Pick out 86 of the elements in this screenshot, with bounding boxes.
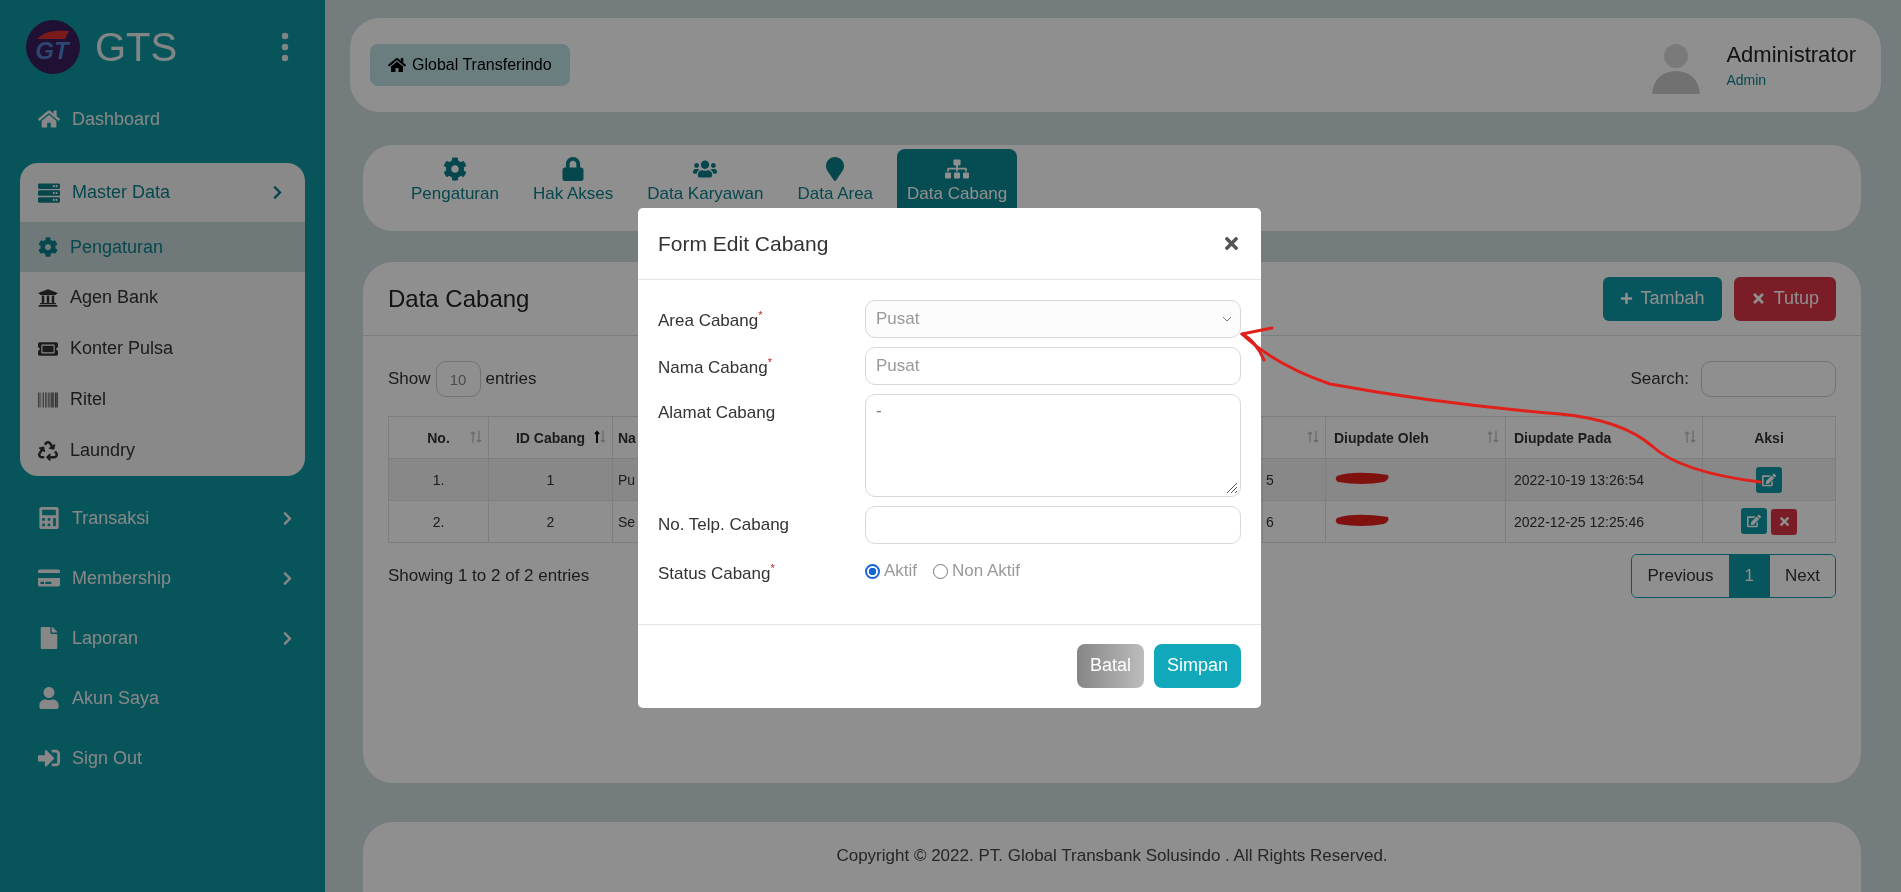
brand-name: GTS	[95, 24, 179, 70]
plus-icon	[1619, 292, 1633, 306]
pagination-button[interactable]: Next	[1769, 555, 1835, 598]
search-field[interactable]	[1701, 361, 1836, 398]
edit-icon	[1747, 514, 1761, 529]
table-cell: 2	[488, 500, 613, 543]
radio-button[interactable]	[865, 563, 880, 579]
column-header[interactable]: No.	[388, 416, 489, 459]
sidebar-item[interactable]: Akun Saya	[0, 668, 325, 728]
sitemap-icon	[945, 157, 970, 182]
user-role: Admin	[1726, 71, 1768, 88]
field-label: Status Cabang$^{*}$	[658, 561, 776, 584]
table-info: Showing 1 to 2 of 2 entries	[388, 566, 590, 587]
sidebar-item[interactable]: Membership	[0, 548, 325, 608]
gear-icon	[38, 237, 58, 257]
field-label: Alamat Cabang	[658, 402, 777, 423]
card-title: Data Cabang	[388, 284, 531, 313]
close-button[interactable]	[1222, 234, 1241, 253]
area-select[interactable]: Pusat	[865, 300, 1241, 338]
dialog-title: Form Edit Cabang	[658, 231, 830, 256]
tab[interactable]: Data Area	[787, 149, 884, 232]
user-name: Administrator	[1726, 41, 1856, 68]
input-field[interactable]	[865, 506, 1241, 544]
home-icon	[38, 108, 60, 130]
file-icon	[38, 627, 60, 649]
field-label: Area Cabang$^{*}$	[658, 308, 764, 331]
bank-icon	[38, 287, 58, 308]
radio-option[interactable]: Non Aktif	[933, 561, 1021, 581]
chevron-down-icon	[1222, 316, 1232, 322]
length-label: Show	[388, 369, 431, 390]
sidebar-item[interactable]: Sign Out	[0, 728, 325, 788]
sidebar-item[interactable]: Pengaturan	[20, 222, 305, 272]
tab[interactable]: Pengaturan	[401, 149, 509, 232]
gear-icon	[442, 157, 467, 182]
pagination-button[interactable]: 1	[1728, 555, 1770, 598]
sidebar-item[interactable]: Dashboard	[0, 94, 325, 144]
search-label: Search:	[1630, 369, 1689, 390]
tab[interactable]: Hak Akses	[522, 149, 624, 232]
breadcrumb-button[interactable]: Global Transferindo	[370, 43, 570, 86]
sidebar-item[interactable]: Laporan	[0, 608, 325, 668]
edit-button[interactable]	[1756, 466, 1782, 493]
home-icon	[388, 55, 406, 74]
edit-button[interactable]	[1741, 508, 1767, 535]
sidebar-item[interactable]: Agen Bank	[20, 272, 305, 323]
table-cell: 1.	[388, 458, 489, 501]
tab[interactable]: Data Karyawan	[637, 149, 774, 232]
column-header[interactable]: Aksi	[1702, 416, 1836, 459]
table-cell: 1	[488, 458, 613, 501]
column-header[interactable]: Diupdate Oleh	[1325, 416, 1506, 459]
radio-button[interactable]	[933, 563, 949, 579]
table-cell: 2022-12-25 12:25:46	[1505, 500, 1703, 543]
close-icon	[1222, 234, 1241, 253]
sidebar-item[interactable]: Konter Pulsa	[20, 323, 305, 374]
save-button[interactable]: Simpan	[1153, 643, 1241, 688]
column-header[interactable]: Diupdate Pada	[1505, 416, 1703, 459]
cancel-button[interactable]: Batal	[1076, 643, 1144, 688]
calculator-icon	[38, 507, 60, 529]
sidebar-item[interactable]: Laundry	[20, 425, 305, 476]
length-label: entries	[485, 369, 537, 390]
field-label: Nama Cabang$^{*}$	[658, 355, 773, 378]
sidebar-item[interactable]: Master Data	[20, 163, 305, 222]
field-label: No. Telp. Cabang	[658, 514, 791, 535]
kebab-menu-icon[interactable]	[280, 32, 290, 62]
sign-out-icon	[38, 747, 60, 769]
close-icon	[1777, 515, 1791, 529]
sidebar-item[interactable]: Transaksi	[0, 488, 325, 548]
delete-button[interactable]	[1771, 508, 1797, 535]
edit-icon	[1762, 472, 1776, 487]
resize-grip-icon	[1226, 482, 1238, 494]
column-header[interactable]: ID Cabang	[488, 416, 613, 459]
add-button[interactable]: Tambah	[1602, 276, 1722, 321]
table-cell: 6	[1262, 500, 1326, 543]
lock-icon	[561, 157, 586, 182]
radio-option[interactable]: Aktif	[865, 561, 918, 581]
length-select[interactable]: 10	[435, 361, 481, 398]
close-button[interactable]: Tutup	[1733, 276, 1836, 321]
sidebar-item[interactable]: Ritel	[20, 374, 305, 425]
credit-card-icon	[38, 567, 60, 589]
table-cell: 2022-10-19 13:26:54	[1505, 458, 1703, 501]
recycle-icon	[38, 440, 58, 461]
logo: GT	[25, 19, 81, 75]
user-icon	[38, 687, 60, 709]
server-icon	[38, 181, 60, 204]
copyright-text: Copyright © 2022. PT. Global Transbank Solusindo . All Rights Reserved.	[836, 846, 1388, 867]
table-cell: 5	[1262, 458, 1326, 501]
table-cell: 2.	[388, 500, 489, 543]
